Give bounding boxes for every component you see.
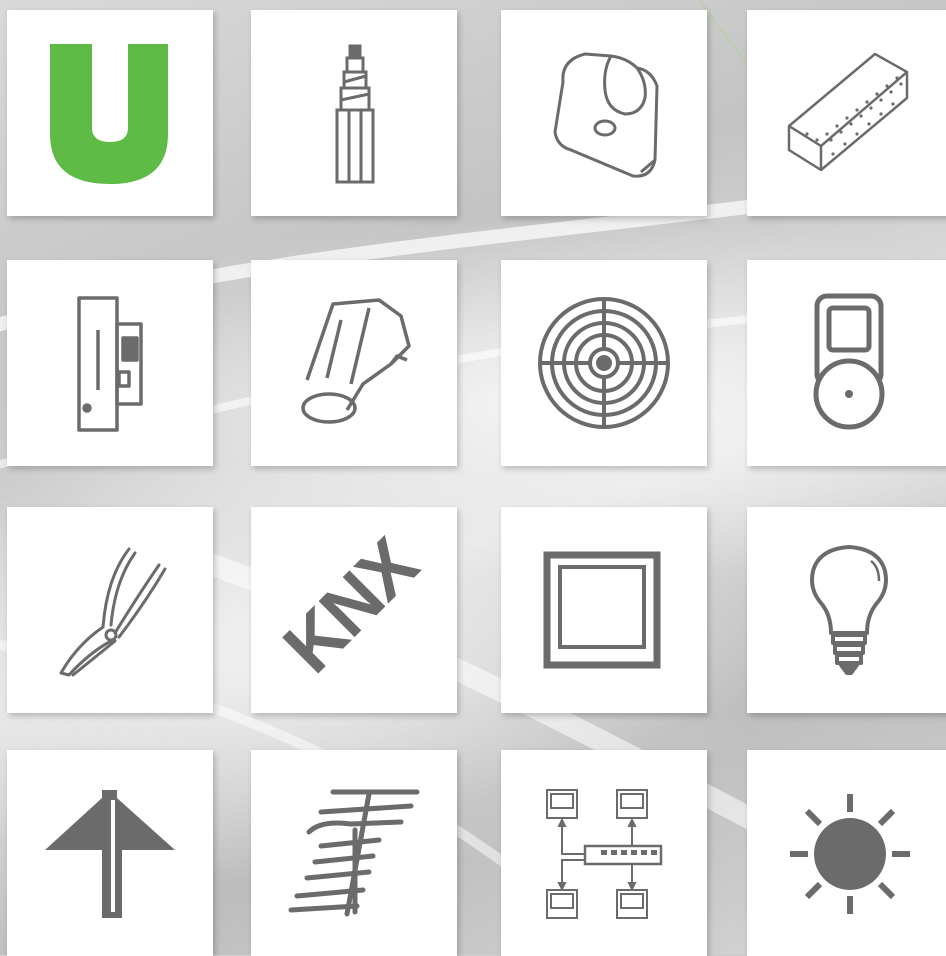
knx-label: KNX (267, 522, 433, 688)
tile-pliers[interactable] (7, 507, 213, 713)
tile-u-logo[interactable] (7, 10, 213, 216)
lightning-rod-icon (45, 790, 175, 918)
bell-icon (813, 293, 885, 430)
cable-tray-icon (787, 52, 909, 172)
sun-icon (790, 794, 910, 914)
tile-lightning-rod[interactable] (7, 750, 213, 956)
tile-circuit-breaker[interactable] (7, 260, 213, 466)
tile-industrial-plug[interactable] (251, 260, 457, 466)
tile-network[interactable] (501, 750, 707, 956)
tile-switch-frame[interactable] (501, 507, 707, 713)
tile-antenna[interactable] (251, 750, 457, 956)
cable-icon (335, 44, 375, 184)
tile-light-bulb[interactable] (747, 507, 946, 713)
tile-fan[interactable] (501, 260, 707, 466)
tile-knx[interactable]: KNX (251, 507, 457, 713)
knx-icon: KNX (267, 522, 433, 688)
tile-cable-tray[interactable] (747, 10, 946, 216)
antenna-icon (288, 789, 420, 917)
tile-cable[interactable] (251, 10, 457, 216)
fan-icon (538, 297, 670, 429)
industrial-plug-icon (301, 298, 411, 424)
tile-pipe-clip[interactable] (501, 10, 707, 216)
network-icon (546, 789, 663, 919)
tile-bell[interactable] (747, 260, 946, 466)
circuit-breaker-icon (77, 296, 143, 432)
light-bulb-icon (810, 545, 888, 675)
switch-frame-icon (543, 551, 661, 669)
tile-sun[interactable] (747, 750, 946, 956)
u-logo-icon (50, 44, 168, 184)
pipe-clip-icon (553, 52, 659, 178)
pliers-icon (59, 547, 167, 677)
